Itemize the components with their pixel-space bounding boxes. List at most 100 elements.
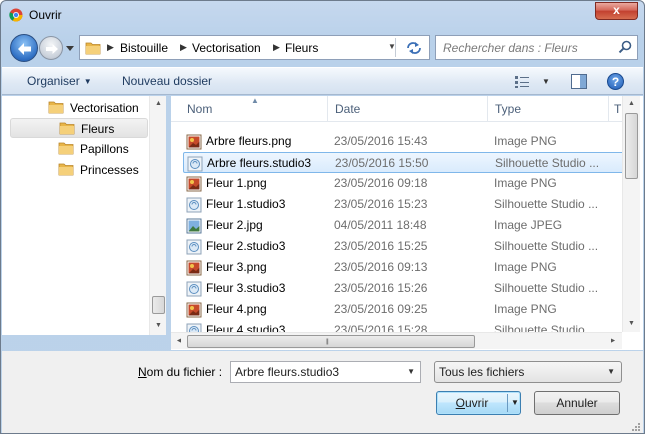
breadcrumb-separator[interactable]: ▶ <box>180 42 187 53</box>
jpeg-image-icon <box>186 218 202 237</box>
file-row[interactable]: Fleur 3.png 23/05/2016 09:13 Image PNG <box>183 257 626 278</box>
png-image-icon <box>186 176 202 195</box>
arrow-right-icon <box>46 44 58 54</box>
file-name: Arbre fleurs.png <box>206 134 292 148</box>
filename-field[interactable]: Arbre fleurs.studio3 ▼ <box>230 361 421 383</box>
file-row[interactable]: Fleur 1.studio3 23/05/2016 15:23 Silhouett… <box>183 194 626 215</box>
file-row[interactable]: Arbre fleurs.studio3 23/05/2016 15:50 Silh… <box>183 152 626 173</box>
tree-item-princesses[interactable]: Princesses <box>58 160 148 180</box>
file-date: 23/05/2016 09:13 <box>334 260 428 274</box>
open-button[interactable]: Ouvrir ▼ <box>436 391 521 415</box>
column-divider[interactable] <box>327 96 328 122</box>
file-row[interactable]: Fleur 2.jpg 04/05/2011 18:48 Image JPEG <box>183 215 626 236</box>
title-bar: Ouvrir x <box>1 1 644 29</box>
file-list: ▲ Nom Date Type T Arbre fleurs.png 23/05/… <box>171 96 643 350</box>
tree-item-label: Papillons <box>80 142 129 156</box>
preview-pane-icon[interactable] <box>571 74 587 89</box>
navigation-bar: ▶ Bistouille ▶ Vectorisation ▶ Fleurs ▼ … <box>1 31 644 65</box>
scroll-up-icon[interactable]: ▲ <box>623 100 640 107</box>
column-type[interactable]: Type <box>495 102 521 116</box>
refresh-icon[interactable] <box>402 39 426 57</box>
file-name: Fleur 4.png <box>206 302 267 316</box>
search-input[interactable]: Rechercher dans : Fleurs <box>435 35 638 60</box>
arrow-left-icon <box>18 43 31 55</box>
scrollbar-thumb[interactable] <box>152 296 165 314</box>
chrome-icon <box>9 8 23 22</box>
file-date: 23/05/2016 15:50 <box>335 156 429 170</box>
file-type: Image JPEG <box>494 218 563 232</box>
file-type-select[interactable]: Tous les fichiers ▼ <box>434 361 622 383</box>
tree-item-fleurs[interactable]: Fleurs <box>10 118 148 138</box>
scrollbar-thumb[interactable]: ||| <box>187 335 475 348</box>
png-image-icon <box>186 134 202 153</box>
column-divider[interactable] <box>608 96 609 122</box>
file-name: Fleur 1.studio3 <box>206 197 286 211</box>
sort-ascending-icon: ▲ <box>251 96 259 105</box>
new-folder-button[interactable]: Nouveau dossier <box>122 74 212 88</box>
search-icon[interactable] <box>618 40 632 54</box>
file-type: Image PNG <box>494 176 557 190</box>
file-type: Image PNG <box>494 302 557 316</box>
breadcrumb-separator[interactable]: ▶ <box>107 42 114 53</box>
column-divider[interactable] <box>487 96 488 122</box>
recent-locations-dropdown[interactable] <box>65 42 75 54</box>
file-list-vertical-scrollbar[interactable]: ▲ ▼ <box>622 96 640 332</box>
file-date: 23/05/2016 15:23 <box>334 197 428 211</box>
dialog-footer: Nom du fichier : Arbre fleurs.studio3 ▼ … <box>2 351 643 433</box>
cancel-label: Annuler <box>556 396 598 410</box>
column-date[interactable]: Date <box>335 102 360 116</box>
breadcrumb-fleurs[interactable]: Fleurs <box>285 41 318 55</box>
file-date: 23/05/2016 15:26 <box>334 281 428 295</box>
file-type: Silhouette Studio ... <box>494 197 599 211</box>
navigation-scrollbar[interactable]: ▲ ▼ <box>149 96 166 335</box>
tree-item-papillons[interactable]: Papillons <box>58 139 148 159</box>
back-button[interactable] <box>10 34 38 62</box>
tree-item-vectorisation[interactable]: Vectorisation <box>44 98 144 118</box>
scroll-right-icon[interactable]: ▼ <box>610 332 617 349</box>
file-name: Fleur 2.studio3 <box>206 239 286 253</box>
file-row[interactable]: Fleur 4.png 23/05/2016 09:25 Image PNG <box>183 299 626 320</box>
window-title: Ouvrir <box>29 8 62 22</box>
folder-icon <box>85 42 101 55</box>
breadcrumb-bistouille[interactable]: Bistouille <box>120 41 168 55</box>
file-row[interactable]: Fleur 2.studio3 23/05/2016 15:25 Silhouett… <box>183 236 626 257</box>
scroll-left-icon[interactable]: ▲ <box>176 332 183 349</box>
open-label: Ouvrir <box>455 396 489 410</box>
scroll-down-icon[interactable]: ▼ <box>150 322 167 329</box>
studio-file-icon <box>186 281 202 300</box>
filename-label: Nom du fichier : <box>138 365 223 379</box>
organize-button[interactable]: Organiser ▼ <box>27 74 92 88</box>
chevron-down-icon[interactable]: ▼ <box>407 367 415 376</box>
file-name: Fleur 2.jpg <box>206 218 263 232</box>
address-bar[interactable]: ▶ Bistouille ▶ Vectorisation ▶ Fleurs ▼ <box>79 35 430 60</box>
file-row[interactable]: Arbre fleurs.png 23/05/2016 15:43 Image PN… <box>183 131 626 152</box>
column-name[interactable]: Nom <box>187 102 212 116</box>
file-row[interactable]: Fleur 1.png 23/05/2016 09:18 Image PNG <box>183 173 626 194</box>
tree-item-label: Fleurs <box>81 122 115 136</box>
scroll-down-icon[interactable]: ▼ <box>623 320 640 327</box>
breadcrumb-vectorisation[interactable]: Vectorisation <box>192 41 261 55</box>
help-icon[interactable]: ? <box>607 73 624 90</box>
open-options-dropdown-icon[interactable]: ▼ <box>511 398 519 407</box>
view-options-icon[interactable] <box>514 75 530 89</box>
scroll-up-icon[interactable]: ▲ <box>150 100 167 107</box>
cancel-button[interactable]: Annuler <box>534 391 620 415</box>
resize-grip-icon[interactable] <box>631 422 641 432</box>
tree-item-label: Vectorisation <box>70 101 139 115</box>
file-list-horizontal-scrollbar[interactable]: ▲ ||| ▼ <box>171 332 622 349</box>
divider <box>507 394 508 412</box>
studio-file-icon <box>186 197 202 216</box>
scrollbar-thumb[interactable] <box>625 113 638 179</box>
close-button[interactable]: x <box>595 2 638 20</box>
file-name: Arbre fleurs.studio3 <box>207 156 312 170</box>
file-row[interactable]: Fleur 3.studio3 23/05/2016 15:26 Silhouett… <box>183 278 626 299</box>
file-date: 23/05/2016 15:25 <box>334 239 428 253</box>
view-dropdown-icon[interactable]: ▼ <box>542 77 550 86</box>
breadcrumb-separator[interactable]: ▶ <box>273 42 280 53</box>
column-extra[interactable]: T <box>614 102 621 116</box>
chevron-down-icon: ▼ <box>83 77 92 86</box>
close-icon: x <box>613 3 620 17</box>
file-date: 23/05/2016 09:25 <box>334 302 428 316</box>
forward-button[interactable] <box>39 36 63 60</box>
file-date: 23/05/2016 09:18 <box>334 176 428 190</box>
